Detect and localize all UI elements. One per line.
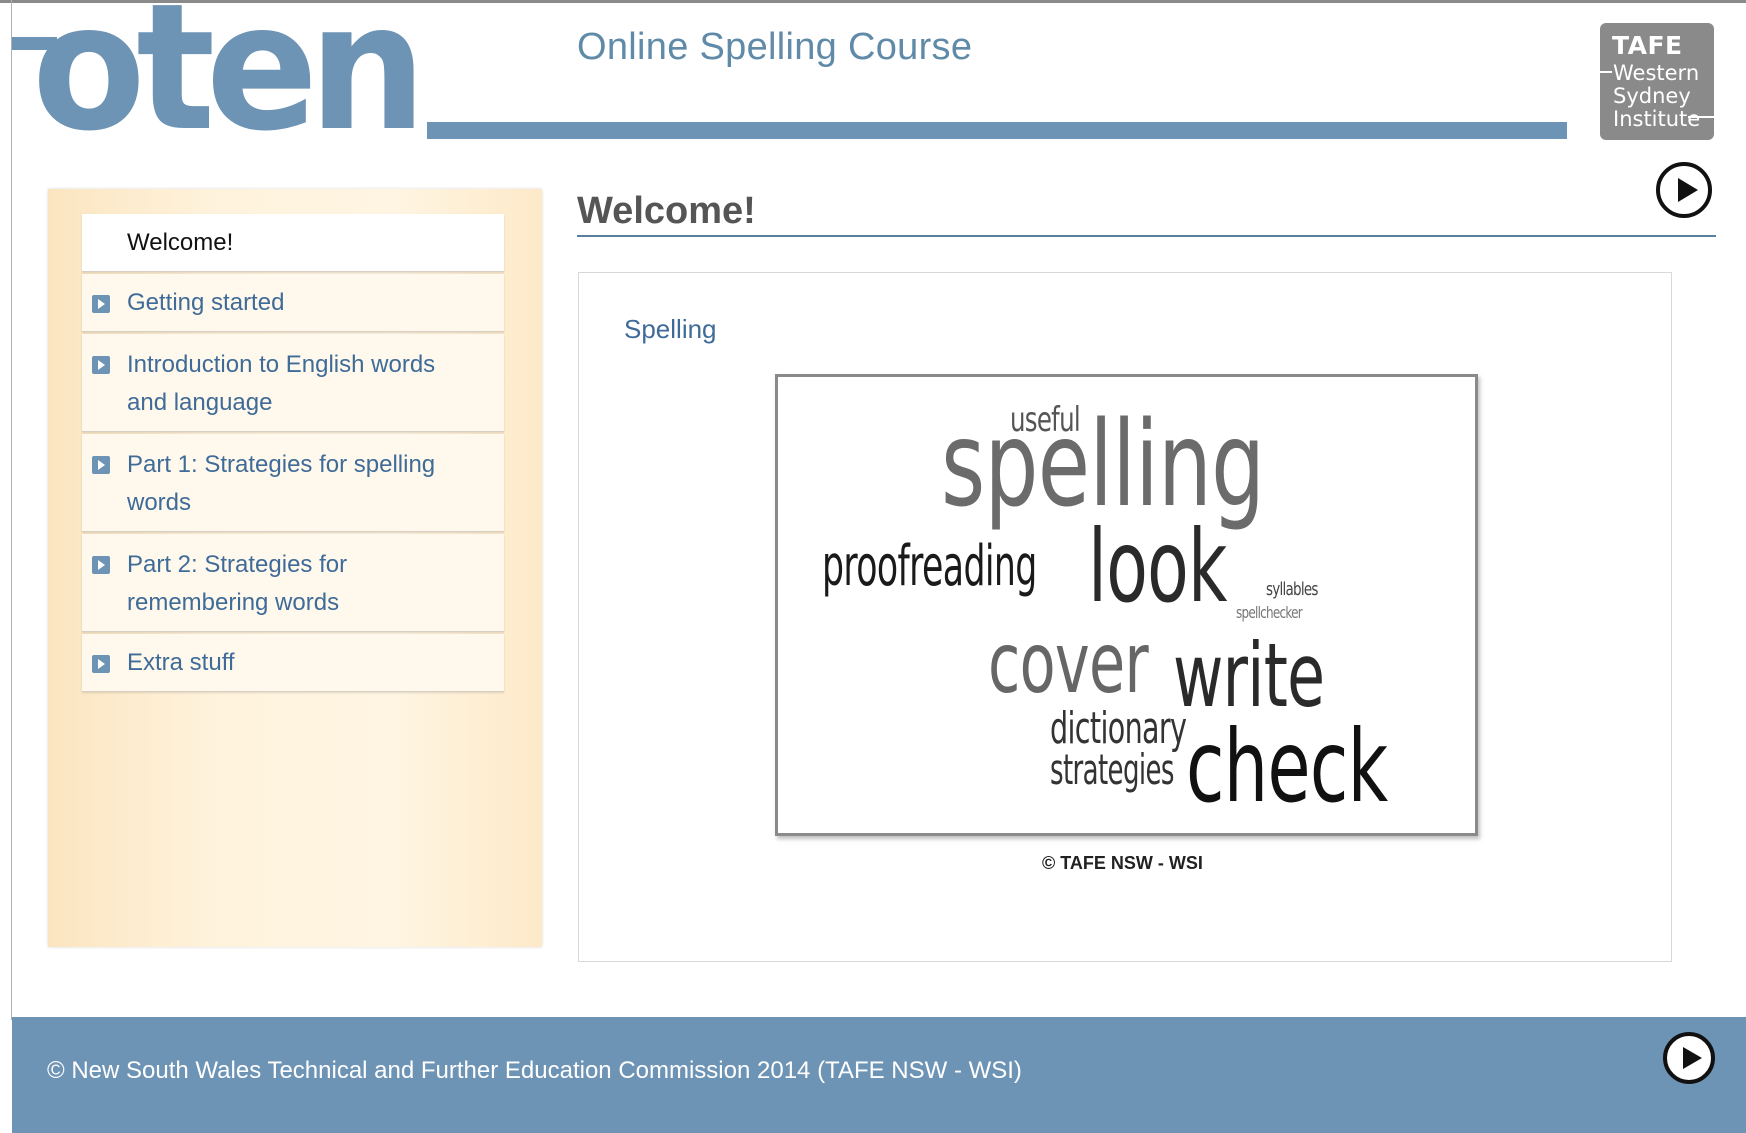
image-caption: © TAFE NSW - WSI [1042, 853, 1203, 873]
sidebar-item-part-1[interactable]: Part 1: Strategies for spelling words [82, 434, 504, 532]
sidebar-item-label-line-2: remembering words [127, 589, 340, 616]
bullet-arrow-icon [92, 556, 110, 574]
sidebar-item-welcome[interactable]: Welcome! [82, 214, 504, 272]
word-cloud-word: proofreading [822, 534, 1037, 599]
sidebar-item-label: Welcome! [127, 229, 234, 256]
sidebar-item-label: Introduction to English words [127, 351, 436, 378]
word-cloud-word: strategies [1050, 745, 1174, 794]
section-label: Spelling [624, 314, 717, 344]
page-title: Welcome! [577, 190, 756, 232]
tafe-subtitle-line-2: Sydney [1613, 84, 1691, 108]
next-page-button-top[interactable] [1656, 162, 1712, 218]
word-cloud-word: cover [988, 614, 1149, 712]
window-left-border [11, 0, 12, 1020]
tafe-wsi-logo: TAFE Western Sydney Institute [1600, 23, 1714, 140]
bullet-arrow-icon [92, 295, 110, 313]
sidebar-item-extra-stuff[interactable]: Extra stuff [82, 634, 504, 692]
course-title: Online Spelling Course [577, 26, 973, 68]
bullet-arrow-icon [92, 456, 110, 474]
oten-logo: oten [12, 0, 1567, 145]
sidebar-item-label-line-2: words [127, 489, 192, 516]
word-cloud-word: look [1088, 508, 1227, 625]
footer-copyright: © New South Wales Technical and Further … [47, 1057, 1022, 1084]
sidebar-item-label: Getting started [127, 289, 285, 316]
oten-logo-text: oten [32, 0, 417, 145]
sidebar-item-label: Part 1: Strategies for spelling [127, 451, 436, 478]
sidebar-item-label: Extra stuff [127, 649, 235, 676]
logo-rule [1600, 71, 1612, 73]
bullet-arrow-icon [92, 356, 110, 374]
tafe-subtitle: Western Sydney Institute [1613, 62, 1700, 131]
word-cloud-word: write [1173, 624, 1325, 727]
course-navigation-sidebar: Welcome! Getting started Introduction to… [48, 189, 542, 947]
bullet-arrow-icon [92, 655, 110, 673]
heading-divider [577, 235, 1716, 237]
word-cloud-word: useful [1010, 400, 1081, 440]
sidebar-item-introduction[interactable]: Introduction to English words and langua… [82, 334, 504, 432]
footer-bar: © New South Wales Technical and Further … [12, 1017, 1746, 1133]
word-cloud-word: spellchecker [1236, 603, 1303, 622]
tafe-subtitle-line-3: Institute [1613, 107, 1701, 131]
word-cloud-word: syllables [1266, 579, 1318, 600]
word-cloud-word: check [1186, 708, 1388, 825]
logo-rule [1688, 116, 1714, 118]
sidebar-item-label-line-2: and language [127, 389, 273, 416]
tafe-brand-text: TAFE [1612, 31, 1683, 60]
next-page-button-bottom[interactable] [1663, 1032, 1715, 1084]
sidebar-item-part-2[interactable]: Part 2: Strategies for remembering words [82, 534, 504, 632]
word-cloud-word: spelling [941, 395, 1265, 533]
tafe-subtitle-line-1: Western [1613, 61, 1700, 85]
sidebar-item-label: Part 2: Strategies for [127, 551, 348, 578]
sidebar-item-getting-started[interactable]: Getting started [82, 274, 504, 332]
spelling-word-cloud-image: spelling useful proofreading look syllab… [775, 374, 1478, 836]
